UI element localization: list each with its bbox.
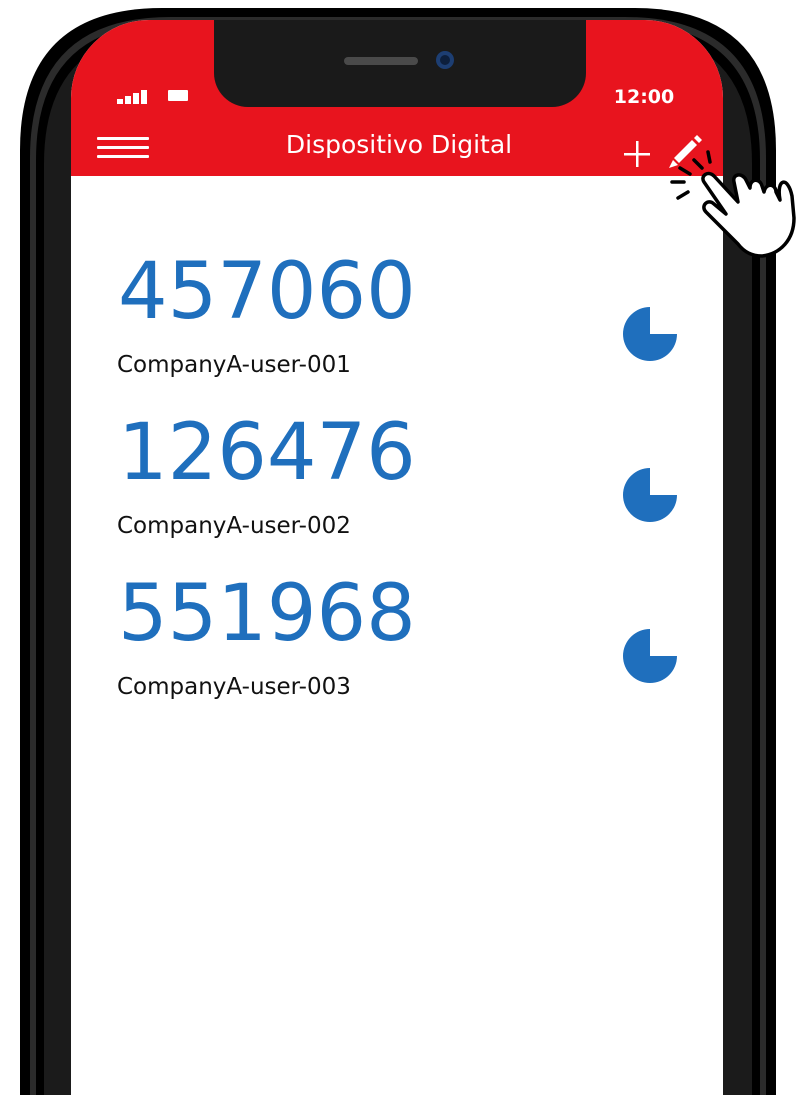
countdown-timer-icon: [623, 468, 677, 522]
otp-code: 126476: [118, 408, 416, 498]
account-name: CompanyA-user-003: [117, 674, 351, 700]
hamburger-menu-icon: [97, 155, 149, 158]
token-list: 457060 CompanyA-user-001 126476 CompanyA…: [71, 240, 723, 723]
plus-icon: [624, 141, 650, 167]
phone-screen: 12:00 Dispositivo Digital 457060 Company…: [71, 20, 723, 1095]
page-title: Dispositivo Digital: [285, 130, 513, 159]
app-bar: 12:00 Dispositivo Digital: [71, 20, 723, 176]
timer-progress: [623, 629, 677, 683]
otp-code: 551968: [118, 569, 416, 659]
countdown-timer-icon: [623, 629, 677, 683]
otp-code: 457060: [118, 247, 416, 337]
list-item[interactable]: 457060 CompanyA-user-001: [71, 240, 723, 401]
status-time: 12:00: [613, 86, 675, 108]
signal-bars-icon: [117, 90, 147, 104]
add-button[interactable]: [623, 136, 651, 170]
camera-icon: [436, 51, 454, 69]
phone-notch: [214, 20, 586, 107]
timer-progress: [623, 468, 677, 522]
list-item[interactable]: 551968 CompanyA-user-003: [71, 562, 723, 723]
timer-progress: [623, 307, 677, 361]
countdown-timer-icon: [623, 307, 677, 361]
hamburger-menu-icon: [97, 146, 149, 149]
account-name: CompanyA-user-001: [117, 352, 351, 378]
speaker-grille: [344, 57, 418, 65]
battery-icon: [168, 90, 188, 101]
menu-button[interactable]: [97, 136, 149, 162]
pointing-hand-icon: [670, 150, 796, 258]
list-item[interactable]: 126476 CompanyA-user-002: [71, 401, 723, 562]
account-name: CompanyA-user-002: [117, 513, 351, 539]
hamburger-menu-icon: [97, 137, 149, 140]
